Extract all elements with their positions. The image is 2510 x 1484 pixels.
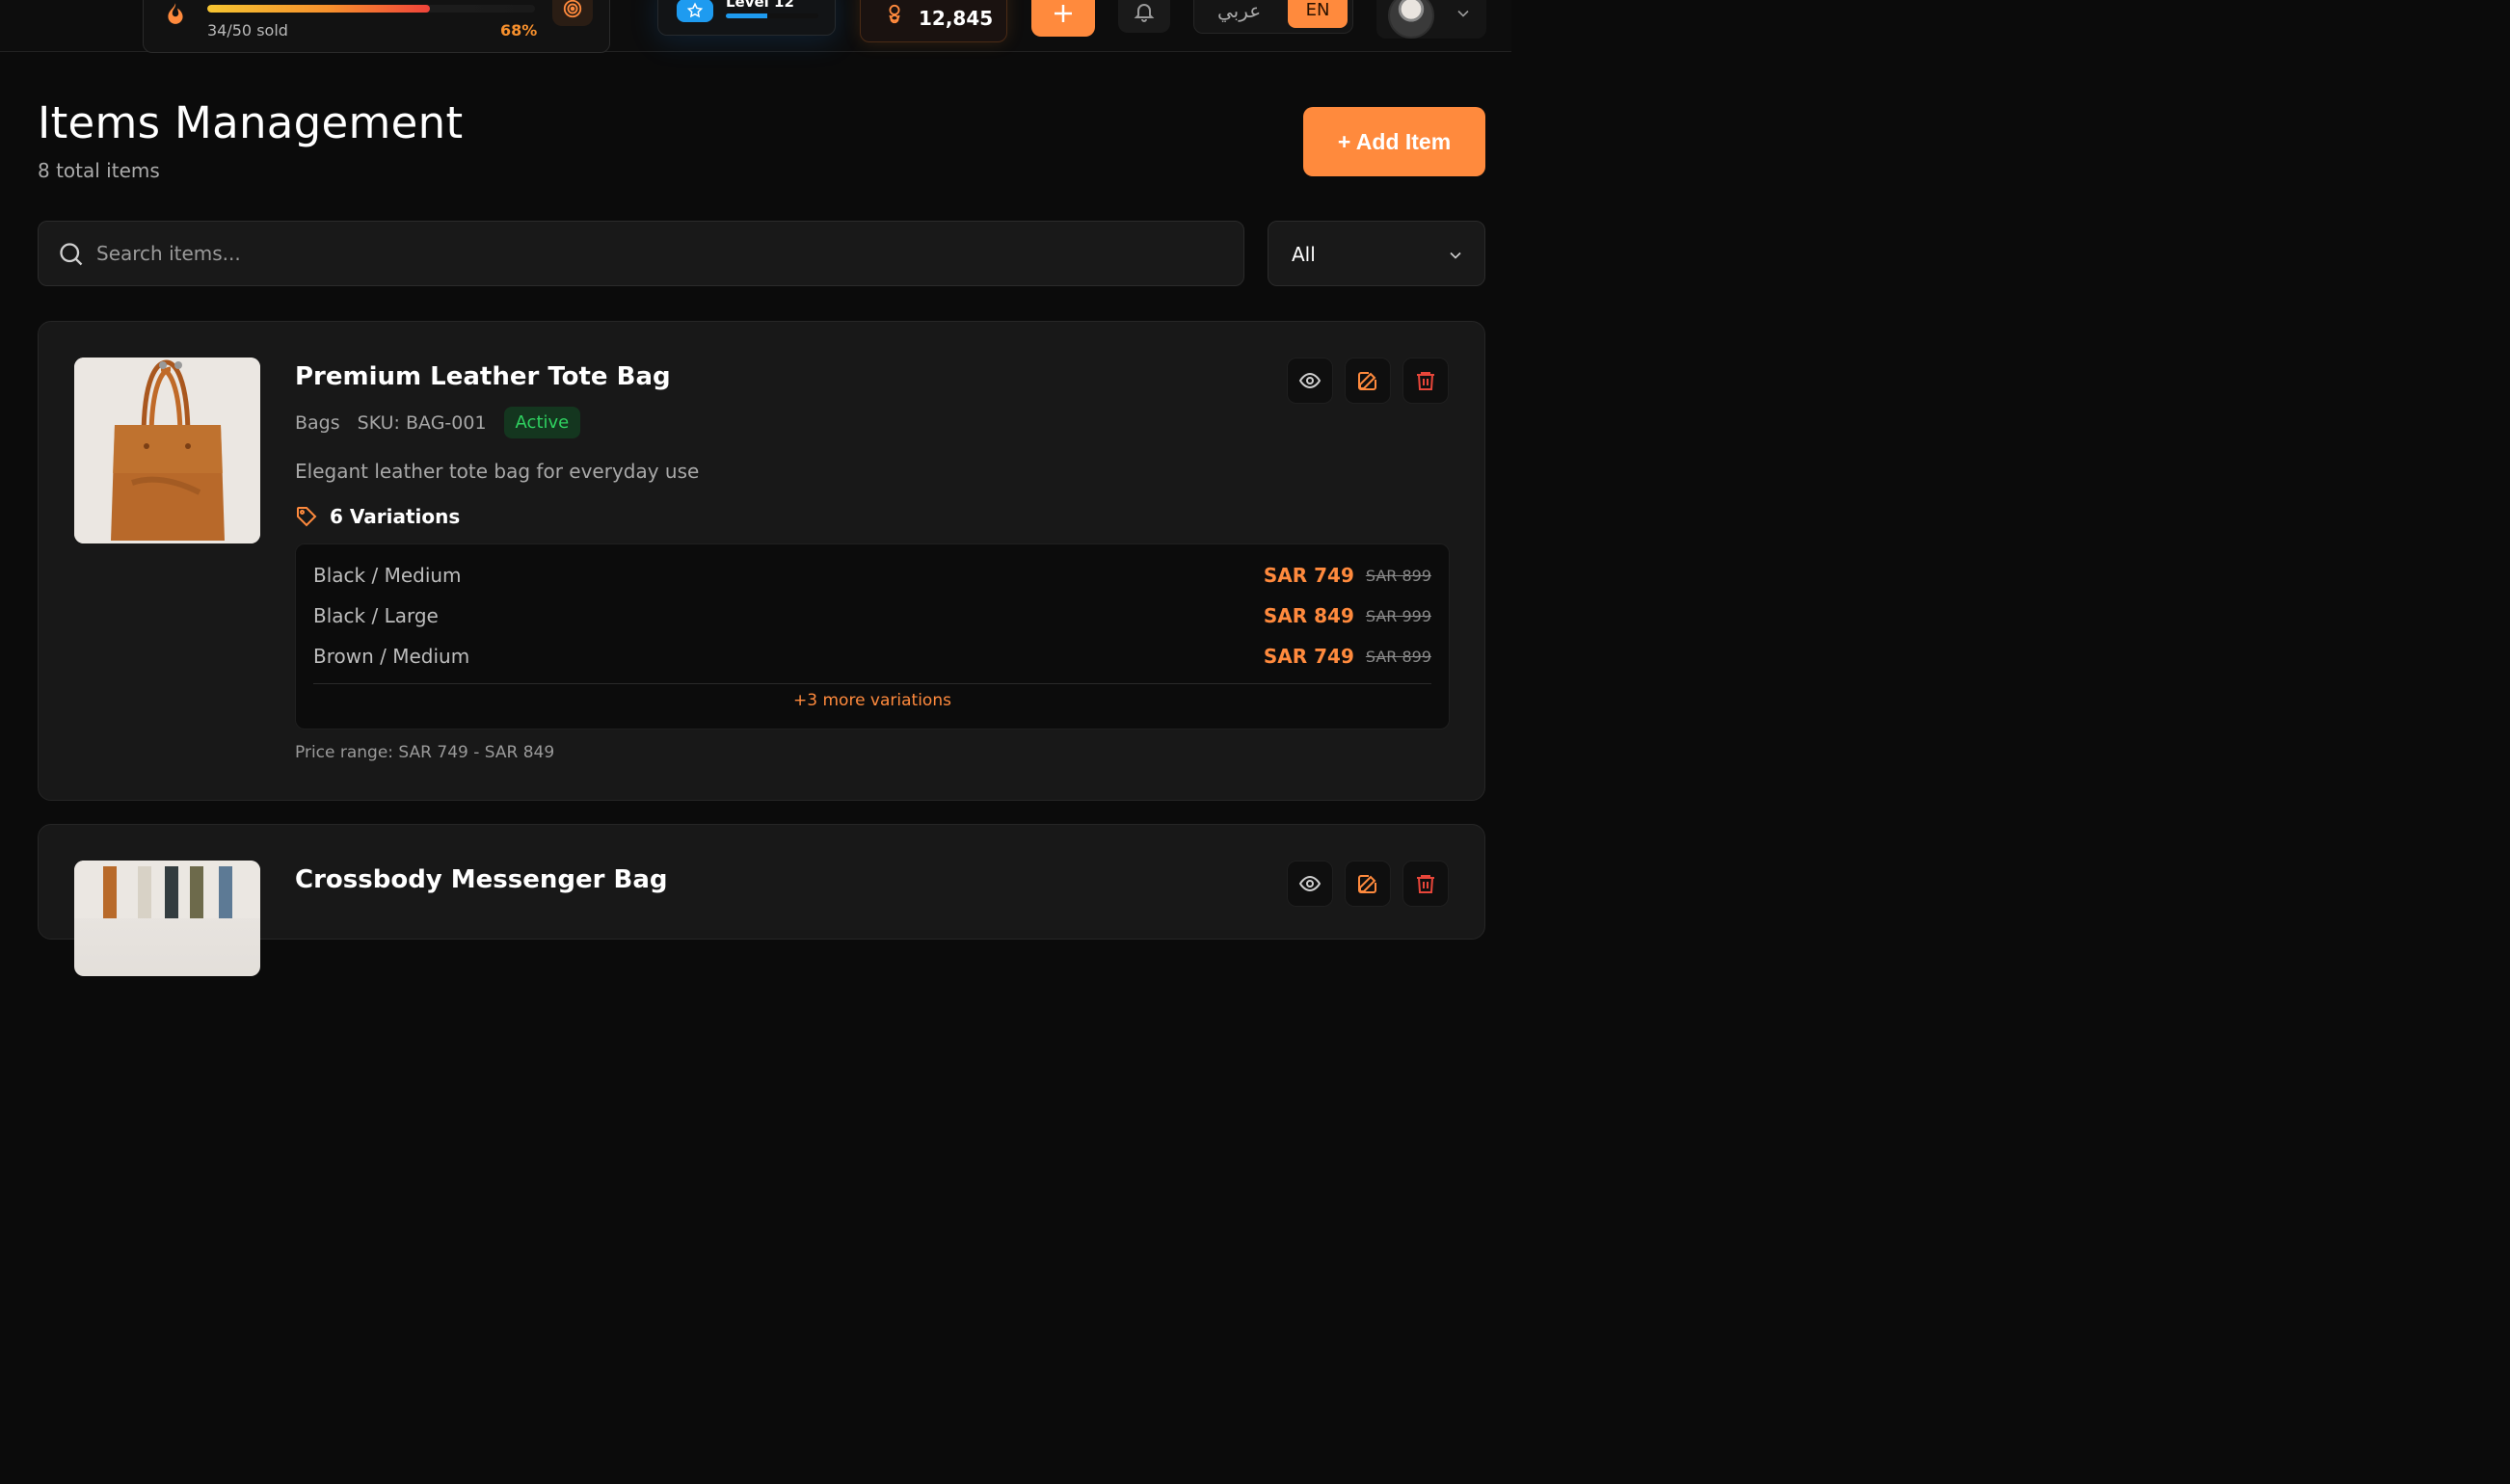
quick-add-button[interactable] <box>1031 0 1095 37</box>
more-variations-link[interactable]: +3 more variations <box>296 691 1449 710</box>
edit-icon <box>1358 875 1376 893</box>
variation-row: Black / Large SAR 849 SAR 999 <box>313 601 1431 630</box>
item-category: Bags <box>295 411 340 434</box>
variation-old-price: SAR 899 <box>1365 566 1431 585</box>
delete-button[interactable] <box>1402 861 1449 907</box>
edit-button[interactable] <box>1345 861 1391 907</box>
tag-icon <box>297 507 317 527</box>
variation-price: SAR 849 <box>1263 604 1354 627</box>
plus-icon <box>1055 5 1072 22</box>
level-progress-fill <box>726 13 768 18</box>
variations-label: 6 Variations <box>295 505 460 528</box>
points-value: 12,845 <box>919 7 994 30</box>
star-icon <box>686 2 704 18</box>
sales-progress-bar <box>207 5 535 13</box>
view-button[interactable] <box>1287 861 1333 907</box>
variation-name: Black / Large <box>313 604 439 627</box>
variation-old-price: SAR 999 <box>1365 606 1431 625</box>
sold-count: 34/50 sold <box>207 21 288 40</box>
variation-name: Black / Medium <box>313 564 462 587</box>
sales-progress-card: 34/50 sold 68% <box>143 0 610 53</box>
item-actions <box>1287 358 1449 404</box>
item-thumbnail[interactable] <box>74 358 260 543</box>
profile-menu[interactable] <box>1376 0 1486 39</box>
item-name: Premium Leather Tote Bag <box>295 362 671 391</box>
level-card[interactable]: Level 12 <box>657 0 836 36</box>
item-count: 8 total items <box>38 159 160 182</box>
level-badge <box>677 0 713 22</box>
item-name: Crossbody Messenger Bag <box>295 865 668 894</box>
category-filter-select[interactable]: All <box>1268 221 1485 286</box>
item-card: Crossbody Messenger Bag <box>38 824 1485 976</box>
level-label: Level 12 <box>726 0 794 11</box>
variation-row: Black / Medium SAR 749 SAR 899 <box>313 561 1431 590</box>
item-sku: SKU: BAG-001 <box>357 411 487 434</box>
eye-icon <box>1298 875 1322 892</box>
variation-price: SAR 749 <box>1263 564 1354 587</box>
search-bar <box>38 221 1244 286</box>
language-arabic[interactable]: عربي <box>1217 0 1261 22</box>
search-icon <box>60 243 83 266</box>
chevron-down-icon <box>1450 252 1461 259</box>
language-switcher: عربي EN <box>1193 0 1353 34</box>
avatar <box>1388 0 1434 39</box>
sold-percent: 68% <box>500 21 538 40</box>
flame-icon <box>168 3 183 24</box>
edit-button[interactable] <box>1345 358 1391 404</box>
eye-icon <box>1298 372 1322 389</box>
trash-icon <box>1417 875 1434 893</box>
variations-count: 6 Variations <box>330 505 461 528</box>
top-bar: 34/50 sold 68% Level 12 12,845 عربي EN <box>0 0 1511 53</box>
view-button[interactable] <box>1287 358 1333 404</box>
delete-button[interactable] <box>1402 358 1449 404</box>
item-card: Premium Leather Tote Bag Bags SKU: BAG-0… <box>38 321 1485 801</box>
variation-name: Brown / Medium <box>313 645 470 668</box>
messenger-bag-image <box>74 861 260 918</box>
price-range: Price range: SAR 749 - SAR 849 <box>295 743 555 762</box>
coins-icon <box>889 4 900 24</box>
trash-icon <box>1417 372 1434 390</box>
item-meta: Bags SKU: BAG-001 Active <box>295 407 581 438</box>
chevron-down-icon <box>1457 10 1469 17</box>
variations-list: Black / Medium SAR 749 SAR 899 Black / L… <box>295 543 1450 729</box>
bell-icon <box>1134 4 1155 22</box>
variations-divider <box>313 683 1431 684</box>
target-icon <box>563 0 582 18</box>
item-description: Elegant leather tote bag for everyday us… <box>295 460 700 483</box>
level-progress-bar <box>726 13 818 18</box>
edit-icon <box>1358 372 1376 390</box>
item-thumbnail[interactable] <box>74 861 260 976</box>
search-input[interactable] <box>96 222 1205 285</box>
page-title: Items Management <box>38 97 464 148</box>
variation-price: SAR 749 <box>1263 645 1354 668</box>
target-button[interactable] <box>552 0 593 26</box>
language-english[interactable]: EN <box>1288 0 1348 28</box>
variation-row: Brown / Medium SAR 749 SAR 899 <box>313 642 1431 671</box>
tote-bag-image <box>74 358 260 543</box>
notifications-button[interactable] <box>1118 0 1170 33</box>
status-badge: Active <box>503 407 581 438</box>
filter-selected-value: All <box>1292 243 1316 266</box>
variation-old-price: SAR 899 <box>1365 647 1431 666</box>
add-item-button[interactable]: + Add Item <box>1303 107 1485 176</box>
points-card[interactable]: 12,845 <box>860 0 1007 42</box>
sales-progress-fill <box>207 5 431 13</box>
item-actions <box>1287 861 1449 907</box>
